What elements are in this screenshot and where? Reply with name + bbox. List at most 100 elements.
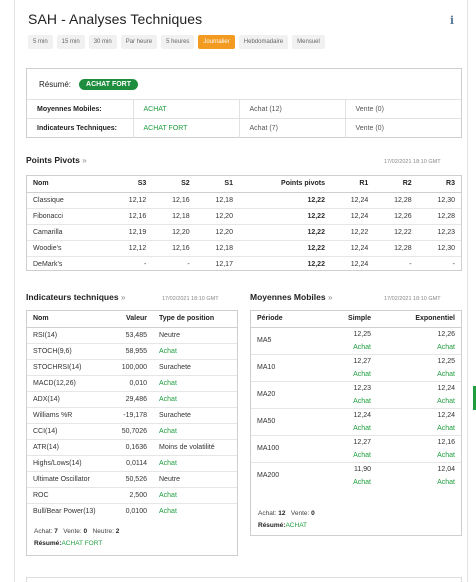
ma-cell: 12,16 Achat [377,435,461,463]
ma-period[interactable]: MA50 [251,408,311,436]
ma-cell: 12,25 Achat [377,354,461,382]
ma-action: Achat [437,397,455,405]
pivot-value: - [143,260,147,268]
indicator-value: 2,500 [113,487,153,504]
table-row: MA20 12,23 Achat 12,24 Achat [251,381,461,409]
pivot-value: 12,30 [417,240,461,257]
pivot-value: 12,17 [215,260,233,268]
summary-panel: Résumé: ACHAT FORT Moyennes Mobiles: ACH… [26,68,462,138]
indicators-section-title[interactable]: Indicateurs techniques » [26,292,125,302]
indicator-name[interactable]: Highs/Lows(14) [27,455,113,472]
table-row: RSI(14) 53,485 Neutre [27,327,237,344]
ma-period[interactable]: MA20 [251,381,311,409]
indicator-value: 0,0100 [125,507,147,515]
indicator-name[interactable]: STOCH(9,6) [27,343,113,360]
tab-timeframe[interactable]: 5 min [28,35,53,49]
pivots-panel: Nom S3 S2 S1 Points pivots R1 R2 R3 Classique 12… [26,175,462,271]
indicator-name[interactable]: ADX(14) [27,391,113,408]
pivot-value: 12,30 [417,192,461,209]
pivot-value: 12,24 [330,208,375,225]
ma-cell: 11,90 Achat [311,462,377,489]
summary-row-name: Moyennes Mobiles: [27,99,134,119]
indicator-name[interactable]: Ultimate Oscillator [27,471,113,488]
summary-label: Résumé: [39,79,72,89]
pivot-value: 12,24 [330,192,375,209]
summary-row-buy: Achat (7) [239,118,346,138]
table-row: MACD(12,26) 0,010 Achat [27,375,237,392]
buy-count-label: Achat: [258,510,277,517]
pivots-header-row: Nom S3 S2 S1 Points pivots R1 R2 R3 [27,176,461,193]
table-row: MA200 11,90 Achat 12,04 Achat [251,462,461,489]
sell-count-label: Vente: [290,510,310,517]
ma-period[interactable]: MA5 [251,327,311,355]
pivot-value: 12,22 [374,224,418,241]
indicator-name[interactable]: ATR(14) [27,439,113,456]
sell-count: 0 [311,510,315,517]
table-row: CCI(14) 50,7026 Achat [27,423,237,440]
ma-title[interactable]: Moyennes Mobiles [250,292,326,302]
indicator-name[interactable]: Bull/Bear Power(13) [27,503,113,519]
ma-section-title[interactable]: Moyennes Mobiles » [250,292,332,302]
indicator-name[interactable]: STOCHRSI(14) [27,359,113,376]
pivot-value: 12,24 [330,240,375,257]
table-row: MA10 12,27 Achat 12,25 Achat [251,354,461,382]
ma-table: Période Simple Exponentiel MA5 12,25 Achat… [251,311,461,489]
pivot-value: 12,26 [374,208,418,225]
summary-header: Résumé: ACHAT FORT [27,69,461,99]
buy-count: 12 [278,510,286,517]
indicator-action: Surachete [153,359,237,376]
tab-timeframe[interactable]: 5 heures [161,35,195,49]
pivot-value: - [187,260,190,268]
indicator-action: Achat [153,391,237,408]
tab-timeframe[interactable]: Hebdomadaire [238,35,289,49]
ma-value: 12,25 [437,357,455,365]
tab-timeframe[interactable]: Par heure [120,35,158,49]
ma-cell: 12,24 Achat [311,408,377,436]
indicator-value: 50,7026 [113,423,153,440]
col-header: Type de position [153,311,237,328]
buy-count: 7 [54,528,58,535]
indicator-name[interactable]: RSI(14) [27,327,113,344]
pivot-value: - [452,260,455,268]
ma-value: 12,26 [437,330,455,338]
tab-timeframe[interactable]: 30 min [88,35,117,49]
summary-row-ma: Moyennes Mobiles: ACHAT Achat (12) Vente… [27,99,461,119]
indicator-name[interactable]: Williams %R [27,407,113,424]
ma-period[interactable]: MA100 [251,435,311,463]
indicators-title[interactable]: Indicateurs techniques [26,292,119,302]
ma-cell: 12,24 Achat [377,408,461,436]
summary-row-buy: Achat (12) [239,99,346,119]
pivot-value: 12,18 [195,240,239,257]
ma-action: Achat [437,370,455,378]
indicator-value: 53,485 [113,327,153,344]
ma-value: 12,27 [353,438,371,446]
ma-value: 12,24 [437,384,455,392]
indicator-action: Neutre [153,471,237,488]
indicator-action: Achat [159,507,177,515]
info-icon[interactable]: i [446,14,458,28]
ma-panel: Période Simple Exponentiel MA5 12,25 Achat… [250,310,462,536]
pivot-value: 12,24 [350,260,369,268]
chevron-right-icon: » [120,293,126,302]
tab-timeframe[interactable]: 15 min [56,35,85,49]
next-section-edge [26,577,462,582]
pivot-value: 12,22 [307,260,325,268]
indicator-name[interactable]: MACD(12,26) [27,375,113,392]
pivots-section-title[interactable]: Points Pivots » [26,155,87,165]
indicator-name[interactable]: ROC [27,487,113,504]
pivot-value: 12,23 [417,224,461,241]
col-header: S2 [152,176,196,193]
ma-summary-value: ACHAT [285,522,308,529]
ma-period[interactable]: MA10 [251,354,311,382]
table-row: Williams %R -19,178 Surachete [27,407,237,424]
ma-period[interactable]: MA200 [251,462,311,489]
pivot-method-name: Classique [27,192,109,209]
tab-timeframe[interactable]: Journalier [198,35,235,49]
pivots-title[interactable]: Points Pivots [26,155,80,165]
tab-timeframe[interactable]: Mensuel [292,35,325,49]
indicator-value: 0,010 [113,375,153,392]
pivots-table: Nom S3 S2 S1 Points pivots R1 R2 R3 Classique 12… [27,176,461,272]
table-row: Highs/Lows(14) 0,0114 Achat [27,455,237,472]
chevron-right-icon: » [327,293,333,302]
indicator-name[interactable]: CCI(14) [27,423,113,440]
